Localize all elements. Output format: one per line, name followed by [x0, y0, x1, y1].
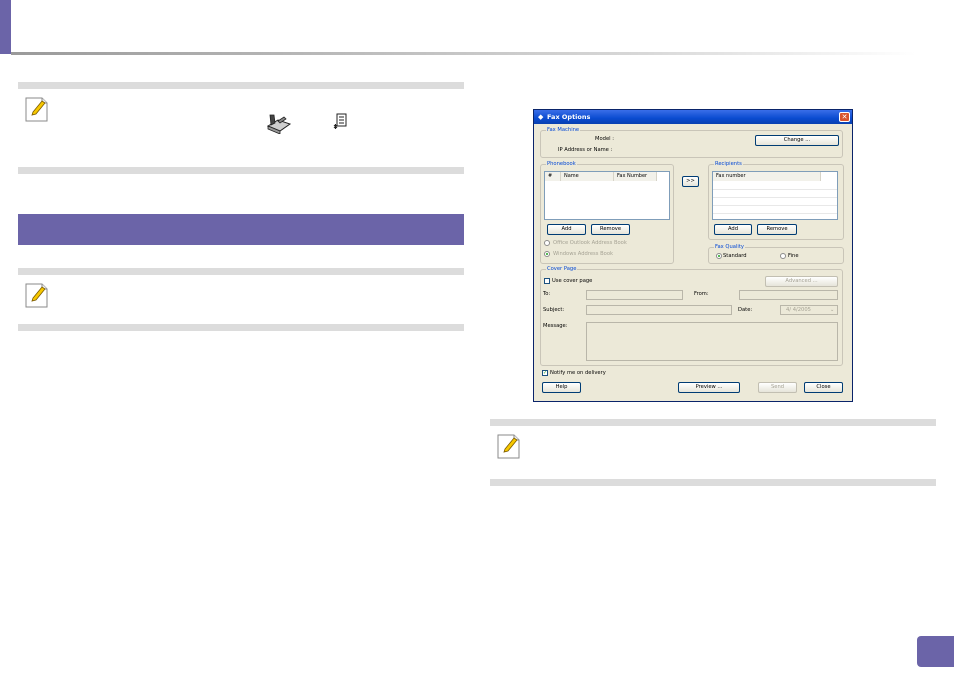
cover-page-group: Cover Page Use cover page Advanced ... T…	[540, 266, 843, 366]
phonebook-list[interactable]: # Name Fax Number	[544, 171, 670, 220]
list-row-line	[713, 189, 837, 190]
list-row-line	[713, 213, 837, 214]
ip-address-label: IP Address or Name :	[558, 147, 613, 153]
phonebook-label: Phonebook	[546, 161, 577, 167]
message-label: Message:	[543, 323, 568, 329]
fax-machine-icon	[266, 114, 292, 134]
column-header-recipient-fax-number[interactable]: Fax number	[713, 172, 821, 181]
windows-address-book-radio[interactable]	[544, 251, 550, 257]
standard-quality-label: Standard	[723, 253, 747, 259]
header-rule	[11, 52, 916, 55]
from-label: From:	[694, 291, 709, 297]
note-box-1	[18, 82, 464, 174]
manual-page: ◆ Fax Options ✕ Fax Machine Model : IP A…	[0, 0, 954, 674]
change-button[interactable]: Change ...	[755, 135, 839, 146]
note-pencil-icon	[25, 283, 48, 308]
page-number-badge	[917, 636, 954, 667]
phonebook-group: Phonebook # Name Fax Number Add Remove O…	[540, 161, 674, 264]
fax-quality-label: Fax Quality	[714, 244, 745, 250]
date-label: Date:	[738, 307, 753, 313]
standard-quality-radio[interactable]	[716, 253, 722, 259]
outlook-address-book-label: Office Outlook Address Book	[553, 240, 627, 246]
fax-machine-group: Fax Machine Model : IP Address or Name :…	[540, 127, 843, 158]
date-picker[interactable]: 4/ 4/2005 ⌄	[780, 305, 838, 315]
cover-page-label: Cover Page	[546, 266, 578, 272]
send-button[interactable]: Send	[758, 382, 797, 393]
chevron-down-icon[interactable]: ⌄	[830, 307, 834, 313]
list-row-line	[713, 205, 837, 206]
recipients-remove-button[interactable]: Remove	[757, 224, 797, 235]
to-label: To:	[543, 291, 551, 297]
phonebook-add-button[interactable]: Add	[547, 224, 586, 235]
use-cover-page-label: Use cover page	[552, 278, 593, 284]
to-field[interactable]	[586, 290, 683, 300]
close-icon[interactable]: ✕	[839, 112, 850, 122]
list-row-line	[713, 197, 837, 198]
recipients-list[interactable]: Fax number	[712, 171, 838, 220]
phonebook-remove-button[interactable]: Remove	[591, 224, 630, 235]
note-pencil-icon	[497, 434, 520, 459]
column-header-fax-number[interactable]: Fax Number	[614, 172, 657, 181]
recipients-add-button[interactable]: Add	[714, 224, 752, 235]
from-field[interactable]	[739, 290, 838, 300]
recipients-label: Recipients	[714, 161, 743, 167]
fine-quality-label: Fine	[788, 253, 799, 259]
recipients-group: Recipients Fax number Add Remove	[708, 161, 844, 240]
fax-options-dialog: ◆ Fax Options ✕ Fax Machine Model : IP A…	[533, 109, 853, 402]
fine-quality-radio[interactable]	[780, 253, 786, 259]
transfer-to-recipients-button[interactable]: >>	[682, 176, 699, 187]
column-header-name[interactable]: Name	[561, 172, 614, 181]
close-button[interactable]: Close	[804, 382, 843, 393]
notify-on-delivery-label: Notify me on delivery	[550, 370, 606, 376]
note-box-3	[490, 419, 936, 486]
use-cover-page-checkbox[interactable]	[544, 278, 550, 284]
fax-app-icon: ◆	[538, 113, 544, 121]
column-header-number[interactable]: #	[545, 172, 561, 181]
section-heading-bar	[18, 214, 464, 245]
help-button[interactable]: Help	[542, 382, 581, 393]
chapter-tab	[0, 0, 11, 54]
dialog-titlebar: ◆ Fax Options ✕	[534, 110, 852, 124]
windows-address-book-label: Windows Address Book	[553, 251, 614, 257]
preview-button[interactable]: Preview ...	[678, 382, 740, 393]
notify-on-delivery-checkbox[interactable]: ✓	[542, 370, 548, 376]
dialog-title: Fax Options	[547, 113, 591, 121]
outlook-address-book-radio[interactable]	[544, 240, 550, 246]
message-field[interactable]	[586, 322, 838, 361]
properties-sheet-icon	[333, 113, 347, 129]
note-pencil-icon	[25, 97, 48, 122]
model-label: Model :	[595, 136, 614, 142]
date-value: 4/ 4/2005	[786, 307, 811, 313]
subject-label: Subject:	[543, 307, 565, 313]
subject-field[interactable]	[586, 305, 732, 315]
fax-machine-label: Fax Machine	[546, 127, 581, 133]
note-box-2	[18, 268, 464, 331]
fax-quality-group: Fax Quality Standard Fine	[708, 244, 844, 264]
advanced-button[interactable]: Advanced ...	[765, 276, 838, 287]
